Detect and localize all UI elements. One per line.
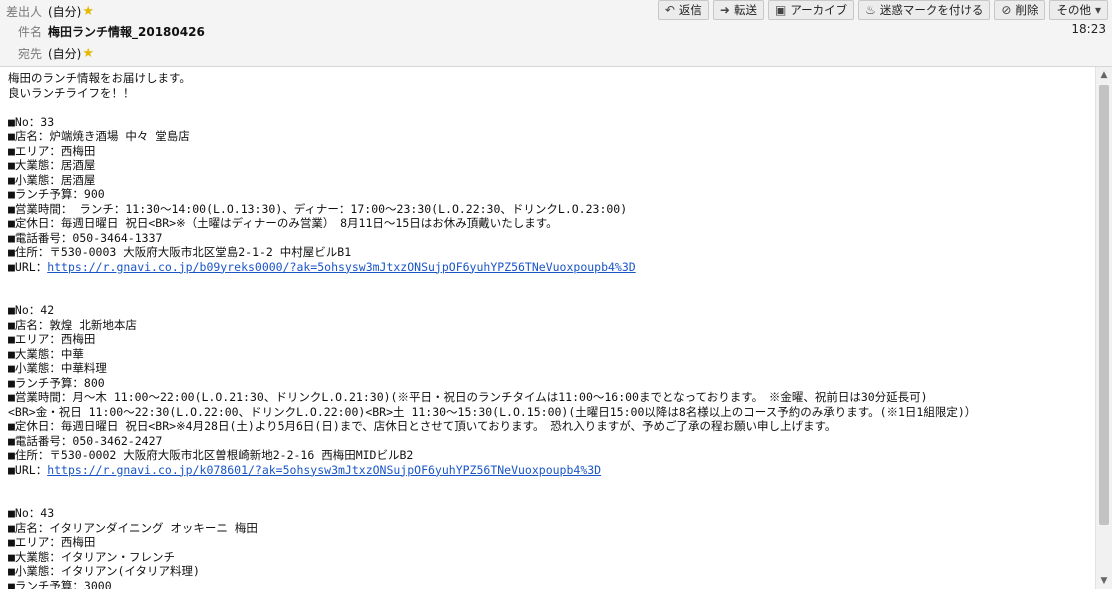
- entry-line: ■エリア：西梅田: [8, 332, 96, 346]
- forward-button[interactable]: ➜ 転送: [712, 0, 764, 20]
- entry-line: ■電話番号：050-3464-1337: [8, 230, 163, 245]
- message-text: 梅田のランチ情報をお届けします。 良いランチライフを！！ ■No：33 ■店名：…: [0, 67, 1096, 589]
- entry-line: ■大業態：中華: [8, 346, 84, 361]
- flame-icon: ♨: [865, 3, 876, 17]
- star-icon[interactable]: ★: [82, 46, 94, 61]
- message-toolbar: ↶ 返信 ➜ 転送 ▣ アーカイブ ♨ 迷惑マークを付ける ⊘ 削除 その他 ▾: [657, 0, 1108, 20]
- more-label: その他: [1056, 3, 1091, 17]
- entry-line: ■エリア：西梅田: [8, 535, 96, 549]
- archive-icon: ▣: [774, 3, 787, 17]
- delete-icon: ⊘: [1001, 3, 1012, 17]
- scrollbar[interactable]: ▲ ▼: [1095, 67, 1112, 589]
- reply-label: 返信: [678, 3, 702, 17]
- scroll-up-icon[interactable]: ▲: [1096, 67, 1112, 83]
- message-time: 18:23: [1071, 22, 1106, 36]
- entry-line: ■住所：〒530-0002 大阪府大阪市北区曽根崎新地2-2-16 西梅田MID…: [8, 448, 414, 462]
- subject-label: 件名: [17, 24, 42, 39]
- forward-icon: ➜: [719, 3, 730, 17]
- to-value[interactable]: (自分): [48, 45, 81, 62]
- junk-label: 迷惑マークを付ける: [879, 3, 984, 17]
- archive-label: アーカイブ: [790, 3, 848, 17]
- entry-line: ■店名：炉端焼き酒場 中々 堂島店: [8, 129, 190, 143]
- to-label: 宛先: [17, 46, 42, 61]
- message-body: 梅田のランチ情報をお届けします。 良いランチライフを！！ ■No：33 ■店名：…: [0, 67, 1096, 589]
- reply-icon: ↶: [664, 3, 675, 17]
- entry-line: ■営業時間： ランチ：11:30～14:00(L.O.13:30)、ディナー：1…: [8, 201, 628, 216]
- reply-button[interactable]: ↶ 返信: [657, 0, 709, 20]
- scroll-down-icon[interactable]: ▼: [1096, 573, 1112, 589]
- entry-line: ■店名：イタリアンダイニング オッキーニ 梅田: [8, 520, 258, 535]
- restaurant-link[interactable]: https://r.gnavi.co.jp/b09yreks0000/?ak=5…: [47, 260, 636, 274]
- forward-label: 転送: [733, 3, 757, 17]
- restaurant-link[interactable]: https://r.gnavi.co.jp/k078601/?ak=5ohsys…: [47, 463, 601, 477]
- entry-line: ■No：33: [8, 114, 55, 129]
- entry-line: ■定休日：毎週日曜日 祝日<BR>※（土曜はディナーのみ営業） 8月11日～15…: [8, 216, 558, 230]
- entry-line: ■定休日：毎週日曜日 祝日<BR>※4月28日(土)より5月6日(日)まで、店休…: [8, 419, 837, 433]
- entry-line: ■No：42: [8, 303, 55, 317]
- entry-line: ■大業態：イタリアン・フレンチ: [8, 549, 176, 564]
- from-label: 差出人: [5, 4, 42, 19]
- chevron-down-icon: ▾: [1094, 3, 1101, 17]
- entry-line: ■大業態：居酒屋: [8, 158, 96, 172]
- more-button[interactable]: その他 ▾: [1049, 0, 1108, 20]
- entry-line: ■ランチ予算：800: [8, 375, 105, 390]
- delete-label: 削除: [1015, 3, 1039, 17]
- to-row: 宛先 (自分) ★: [0, 43, 94, 63]
- intro-line: 梅田のランチ情報をお届けします。: [8, 71, 191, 85]
- from-value[interactable]: (自分): [48, 3, 81, 20]
- entry-line: ■エリア：西梅田: [8, 143, 96, 158]
- entry-line: ■小業態：イタリアン(イタリア料理): [8, 564, 200, 578]
- message-header: 差出人 (自分) ★ 件名 梅田ランチ情報_20180426 宛先 (自分) ★…: [0, 0, 1112, 67]
- delete-button[interactable]: ⊘ 削除: [994, 0, 1046, 20]
- subject-value: 梅田ランチ情報_20180426: [48, 24, 205, 39]
- entry-line: ■住所：〒530-0003 大阪府大阪市北区堂島2-1-2 中村屋ビルB1: [8, 245, 352, 259]
- entry-line: ■小業態：中華料理: [8, 361, 107, 375]
- entry-line: ■電話番号：050-3462-2427: [8, 433, 163, 448]
- star-icon[interactable]: ★: [82, 4, 94, 19]
- entry-line: ■小業態：居酒屋: [8, 172, 96, 187]
- archive-button[interactable]: ▣ アーカイブ: [767, 0, 855, 20]
- entry-line: ■店名：敦煌 北新地本店: [8, 317, 137, 332]
- url-label: ■URL：: [8, 462, 48, 477]
- entry-line: ■営業時間：月～木 11:00～22:00(L.O.21:30、ドリンクL.O.…: [8, 390, 928, 404]
- junk-button[interactable]: ♨ 迷惑マークを付ける: [858, 0, 991, 20]
- url-label: ■URL：: [8, 259, 48, 274]
- subject-row: 件名 梅田ランチ情報_20180426: [0, 21, 205, 41]
- entry-line: ■No：43: [8, 506, 55, 520]
- from-row: 差出人 (自分) ★: [0, 1, 94, 21]
- entry-line: ■ランチ予算：900: [8, 187, 105, 201]
- entry-line: <BR>金・祝日 11:00～22:30(L.O.22:00、ドリンクL.O.2…: [8, 404, 977, 419]
- entry-line: ■ランチ予算：3000: [8, 578, 112, 589]
- scroll-thumb[interactable]: [1099, 85, 1109, 525]
- intro-line: 良いランチライフを！！: [8, 85, 135, 100]
